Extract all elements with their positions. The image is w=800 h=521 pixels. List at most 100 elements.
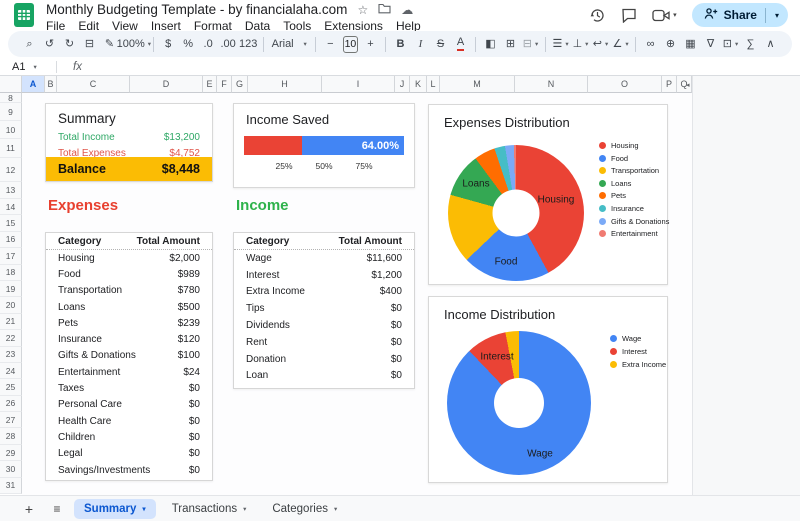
column-header-i[interactable]: I <box>322 76 395 93</box>
merge-cells-button-caret-icon[interactable]: ▾ <box>535 40 538 48</box>
decrease-font-size-button[interactable]: − <box>321 34 340 54</box>
row-header-22[interactable]: 22 <box>0 330 22 346</box>
hidden-columns-indicator-icon[interactable]: ◂ <box>686 76 690 93</box>
column-header-b[interactable]: B <box>45 76 57 93</box>
document-title[interactable]: Monthly Budgeting Template - by financia… <box>46 2 347 17</box>
table-row[interactable]: Insurance$120 <box>46 331 212 347</box>
italic-button[interactable]: I <box>411 34 430 54</box>
select-all-corner[interactable] <box>0 76 22 93</box>
income-table[interactable]: Category Total Amount Wage$11,600Interes… <box>233 232 415 389</box>
total-income-row[interactable]: Total Income $13,200 <box>46 129 212 145</box>
expenses-distribution-chart[interactable]: Expenses Distribution Housing Food Loans… <box>428 104 668 285</box>
format-percent-button[interactable]: % <box>179 34 198 54</box>
column-header-m[interactable]: M <box>440 76 515 93</box>
row-header-20[interactable]: 20 <box>0 297 22 313</box>
text-wrap-button-caret-icon[interactable]: ▾ <box>605 40 608 48</box>
insert-link-button[interactable]: ∞ <box>641 34 660 54</box>
row-header-16[interactable]: 16 <box>0 232 22 248</box>
table-views-button-caret-icon[interactable]: ▾ <box>735 40 738 48</box>
zoom-select-caret-icon[interactable]: ▾ <box>148 40 151 48</box>
table-row[interactable]: Savings/Investments$0 <box>46 462 212 478</box>
income-heading[interactable]: Income <box>236 197 289 214</box>
summary-card[interactable]: Summary Total Income $13,200 Total Expen… <box>45 103 213 182</box>
expenses-table[interactable]: Category Total Amount Housing$2,000Food$… <box>45 232 213 481</box>
table-row[interactable]: Health Care$0 <box>46 413 212 429</box>
borders-button[interactable]: ⊞ <box>501 34 520 54</box>
row-header-25[interactable]: 25 <box>0 379 22 395</box>
increase-font-size-button[interactable]: + <box>361 34 380 54</box>
row-header-13[interactable]: 13 <box>0 182 22 199</box>
row-header-29[interactable]: 29 <box>0 445 22 461</box>
column-header-j[interactable]: J <box>395 76 410 93</box>
increase-decimal-button[interactable]: .00 <box>219 34 238 54</box>
table-row[interactable]: Transportation$780 <box>46 283 212 299</box>
table-row[interactable]: Food$989 <box>46 266 212 282</box>
column-header-p[interactable]: P <box>662 76 677 93</box>
functions-button[interactable]: ∑ <box>741 34 760 54</box>
row-header-24[interactable]: 24 <box>0 363 22 379</box>
tab-caret-icon[interactable]: ▾ <box>334 505 337 513</box>
font-size-input[interactable]: 10 <box>343 36 358 53</box>
column-header-e[interactable]: E <box>203 76 217 93</box>
table-row[interactable]: Pets$239 <box>46 315 212 331</box>
text-wrap-button[interactable]: ↩▾ <box>591 34 610 54</box>
collapse-toolbar-button[interactable]: ∧ <box>761 34 780 54</box>
table-row[interactable]: Gifts & Donations$100 <box>46 348 212 364</box>
add-sheet-button[interactable]: + <box>18 501 40 517</box>
table-row[interactable]: Taxes$0 <box>46 380 212 396</box>
row-header-27[interactable]: 27 <box>0 412 22 428</box>
fill-color-button[interactable]: ◧ <box>481 34 500 54</box>
table-row[interactable]: Legal$0 <box>46 446 212 462</box>
share-button[interactable]: Share ▾ <box>692 3 788 27</box>
tab-transactions[interactable]: Transactions▾ <box>162 499 257 519</box>
row-header-28[interactable]: 28 <box>0 428 22 444</box>
all-sheets-icon[interactable]: ≡ <box>46 502 68 516</box>
row-header-18[interactable]: 18 <box>0 265 22 281</box>
redo-button[interactable]: ↻ <box>60 34 79 54</box>
table-row[interactable]: Personal Care$0 <box>46 397 212 413</box>
column-header-d[interactable]: D <box>130 76 203 93</box>
print-button[interactable]: ⊟ <box>80 34 99 54</box>
vertical-align-button-caret-icon[interactable]: ▾ <box>585 40 588 48</box>
balance-row[interactable]: Balance $8,448 <box>46 157 212 181</box>
undo-button[interactable]: ↺ <box>40 34 59 54</box>
create-filter-button[interactable]: ∇ <box>701 34 720 54</box>
sheet-canvas[interactable]: Summary Total Income $13,200 Total Expen… <box>22 93 692 495</box>
row-header-11[interactable]: 11 <box>0 139 22 158</box>
table-row[interactable]: Extra Income$400 <box>234 284 414 301</box>
table-row[interactable]: Housing$2,000 <box>46 250 212 266</box>
share-caret-icon[interactable]: ▾ <box>766 11 788 20</box>
column-header-h[interactable]: H <box>248 76 322 93</box>
vertical-align-button[interactable]: ⊥▾ <box>571 34 590 54</box>
insert-chart-button[interactable]: ▦ <box>681 34 700 54</box>
column-header-o[interactable]: O <box>588 76 662 93</box>
income-pie[interactable] <box>447 331 591 475</box>
table-row[interactable]: Wage$11,600 <box>234 250 414 267</box>
column-header-l[interactable]: L <box>427 76 440 93</box>
tab-caret-icon[interactable]: ▾ <box>142 505 145 513</box>
row-header-21[interactable]: 21 <box>0 314 22 330</box>
strikethrough-button[interactable]: S <box>431 34 450 54</box>
table-row[interactable]: Interest$1,200 <box>234 267 414 284</box>
table-row[interactable]: Loan$0 <box>234 368 414 385</box>
income-saved-card[interactable]: Income Saved 64.00% 25% 50% 75% <box>233 103 415 188</box>
column-header-k[interactable]: K <box>410 76 427 93</box>
search-icon[interactable]: ⌕ <box>20 34 39 54</box>
column-header-c[interactable]: C <box>57 76 130 93</box>
horizontal-align-button-caret-icon[interactable]: ▾ <box>565 40 568 48</box>
horizontal-align-button[interactable]: ☰▾ <box>551 34 570 54</box>
table-row[interactable]: Rent$0 <box>234 334 414 351</box>
video-call-caret-icon[interactable]: ▾ <box>673 11 677 19</box>
table-row[interactable]: Loans$500 <box>46 299 212 315</box>
font-family-select-caret-icon[interactable]: ▾ <box>304 40 307 48</box>
comments-icon[interactable] <box>621 8 637 23</box>
row-header-8[interactable]: 8 <box>0 93 22 103</box>
row-header-9[interactable]: 9 <box>0 103 22 121</box>
table-row[interactable]: Children$0 <box>46 429 212 445</box>
insert-comment-button[interactable]: ⊕ <box>661 34 680 54</box>
row-header-10[interactable]: 10 <box>0 121 22 139</box>
expenses-heading[interactable]: Expenses <box>48 197 118 214</box>
row-header-14[interactable]: 14 <box>0 199 22 215</box>
zoom-select[interactable]: 100%▾ <box>120 34 148 54</box>
tab-caret-icon[interactable]: ▾ <box>243 505 246 513</box>
